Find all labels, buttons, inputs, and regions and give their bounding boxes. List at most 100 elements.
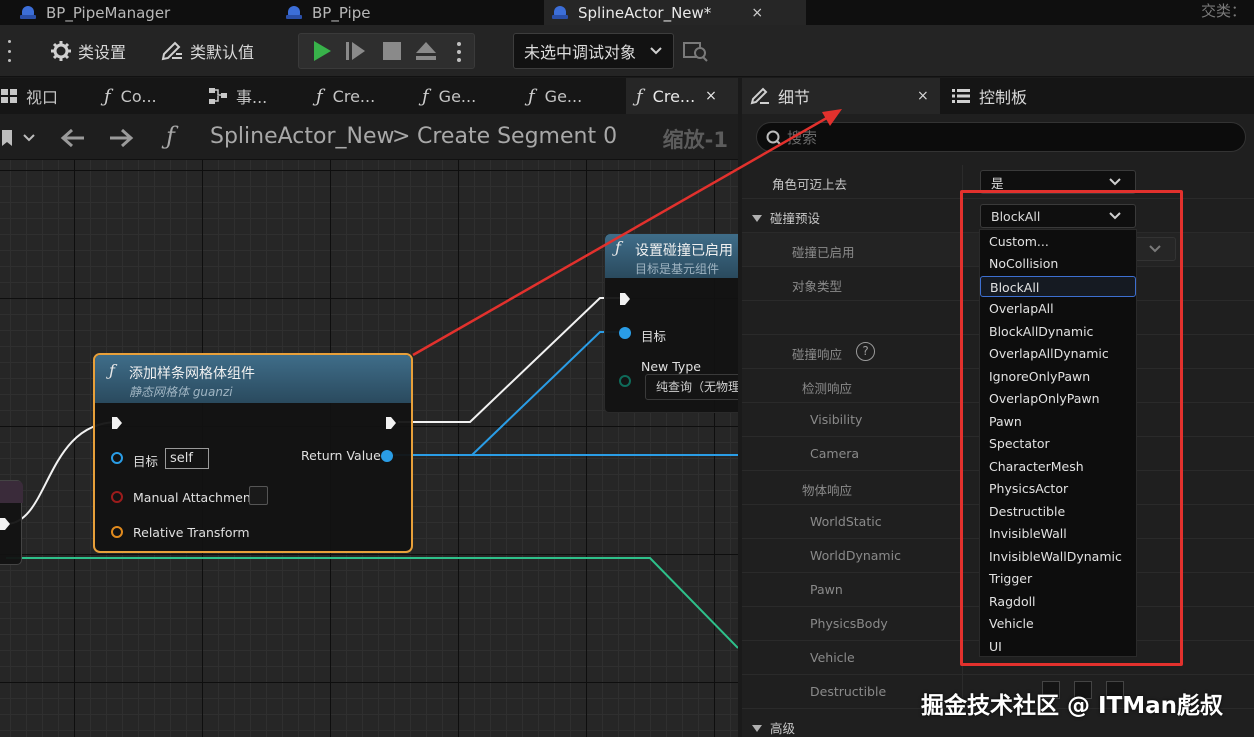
stop-icon[interactable] <box>381 40 403 62</box>
tab-label: Cre... <box>332 86 376 106</box>
class-defaults-button[interactable]: 类默认值 <box>160 36 254 66</box>
function-icon: ƒ <box>422 85 429 107</box>
back-arrow-icon[interactable] <box>60 128 86 148</box>
watermark: 掘金技术社区 @ ITMan彪叔 <box>921 693 1224 719</box>
blueprint-graph-canvas[interactable]: ƒ 添加样条网格体组件 静态网格体 guanzi 目标 self Return … <box>0 160 738 737</box>
tab-palette[interactable]: 控制板 <box>952 78 1027 114</box>
blueprint-icon <box>286 5 302 20</box>
tab-label: 视口 <box>26 88 59 107</box>
exec-out-pin-icon[interactable] <box>385 416 397 430</box>
tab-get-function[interactable]: ƒ Ge... <box>422 78 476 114</box>
class-settings-button[interactable]: 类设置 <box>50 36 126 66</box>
exec-in-pin-icon[interactable] <box>111 416 123 430</box>
target-pin-icon[interactable] <box>111 452 123 464</box>
tab-label: Ge... <box>438 86 477 106</box>
struct-wire <box>6 557 738 649</box>
toolbar-grip-icon[interactable] <box>8 40 12 62</box>
prop-label-text: 高级 <box>770 721 796 736</box>
bookmark-icon[interactable] <box>0 128 40 148</box>
prop-label: Destructible <box>810 684 887 699</box>
find-in-world-icon[interactable] <box>683 40 709 62</box>
prop-label-text: 碰撞预设 <box>770 211 821 226</box>
expand-triangle-icon[interactable] <box>752 215 762 222</box>
exec-in-pin-icon[interactable] <box>619 292 631 306</box>
breadcrumb-separator: > <box>392 124 411 149</box>
return-value-label: Return Value <box>301 448 381 463</box>
tab-label: 控制板 <box>979 88 1028 107</box>
node-set-collision-enabled[interactable]: ƒ 设置碰撞已启用 目标是基元组件 目标 New Type 纯查询（无物理 <box>604 233 738 413</box>
manual-attachment-pin-icon[interactable] <box>111 491 123 503</box>
annotation-highlight-box <box>960 190 1183 666</box>
tab-get-function-2[interactable]: ƒ Ge... <box>528 78 582 114</box>
doc-tab-bp-pipemanager[interactable]: BP_PipeManager <box>20 0 170 25</box>
zoom-level: 缩放-1 <box>662 128 728 152</box>
toolbar: 类设置 类默认值 未选中调试对象 <box>0 25 1254 77</box>
relative-transform-label: Relative Transform <box>133 525 250 540</box>
node-title: 添加样条网格体组件 <box>129 366 255 382</box>
prop-label: 角色可迈上去 <box>772 177 848 192</box>
new-type-pin-icon[interactable] <box>619 375 631 387</box>
document-tab-bar: BP_PipeManager BP_Pipe SplineActor_New* … <box>0 0 1254 25</box>
tab-create-function[interactable]: ƒ Cre... <box>316 78 375 114</box>
graph-tab-bar: 视口 ƒ Co... 事... ƒ Cre... ƒ Ge... ƒ Ge...… <box>0 78 738 114</box>
function-icon: ƒ <box>109 361 115 380</box>
function-icon: ƒ <box>104 85 111 107</box>
step-icon[interactable] <box>345 40 367 62</box>
expand-triangle-icon[interactable] <box>752 725 762 732</box>
node-add-spline-mesh-component[interactable]: ƒ 添加样条网格体组件 静态网格体 guanzi 目标 self Return … <box>93 353 413 553</box>
exec-out-pin-icon[interactable] <box>0 517 11 531</box>
details-tab-bar: 细节 × 控制板 <box>742 78 1254 114</box>
details-search-input[interactable]: 搜索 <box>756 122 1246 152</box>
help-icon[interactable]: ? <box>856 342 875 361</box>
prop-label: 碰撞响应 <box>792 347 843 362</box>
tab-event-graph[interactable]: 事... <box>208 78 267 114</box>
close-icon[interactable]: × <box>751 5 763 21</box>
select-value: 是 <box>991 175 1004 191</box>
close-icon[interactable]: × <box>917 88 929 104</box>
tab-details[interactable]: 细节 × <box>742 78 940 114</box>
gear-icon <box>51 41 71 61</box>
class-settings-label: 类设置 <box>78 43 127 62</box>
breadcrumb-root[interactable]: SplineActor_New <box>210 124 395 149</box>
prop-label: 高级 <box>752 718 795 737</box>
new-type-label: New Type <box>641 359 701 374</box>
relative-transform-pin-icon[interactable] <box>111 526 123 538</box>
corner-label: 交类： <box>1200 2 1246 20</box>
new-type-select[interactable]: 纯查询（无物理 <box>645 374 738 400</box>
return-value-pin-icon[interactable] <box>381 450 393 462</box>
tab-viewport[interactable]: 视口 <box>0 78 58 114</box>
tab-label: 事... <box>236 88 268 107</box>
doc-tab-bp-pipe[interactable]: BP_Pipe <box>286 0 370 25</box>
close-icon[interactable]: × <box>705 88 717 104</box>
prop-label: Visibility <box>810 412 863 427</box>
tab-label: Ge... <box>544 86 583 106</box>
tab-label: Co... <box>120 86 157 106</box>
doc-tab-label: SplineActor_New* <box>578 3 712 22</box>
play-options-icon[interactable] <box>457 42 461 62</box>
partial-node[interactable] <box>0 480 23 565</box>
eject-icon[interactable] <box>415 40 437 62</box>
doc-tab-splineactor[interactable]: SplineActor_New* × <box>544 0 806 25</box>
forward-arrow-icon[interactable] <box>108 128 134 148</box>
list-icon <box>952 89 970 103</box>
target-self-field[interactable]: self <box>165 448 209 469</box>
prop-label: 检测响应 <box>802 381 853 396</box>
tab-construction-script[interactable]: ƒ Co... <box>104 78 157 114</box>
blueprint-icon <box>20 5 36 20</box>
tab-label: Cre... <box>652 86 696 106</box>
tab-create-segment[interactable]: ƒ Cre... × <box>626 78 738 114</box>
search-icon <box>766 130 782 146</box>
prop-label: 对象类型 <box>792 279 843 294</box>
breadcrumb-current: Create Segment 0 <box>417 124 618 149</box>
target-pin-icon[interactable] <box>619 327 631 339</box>
debug-object-label: 未选中调试对象 <box>524 43 637 62</box>
prop-label: WorldStatic <box>810 514 882 529</box>
play-icon[interactable] <box>311 40 333 62</box>
manual-attachment-checkbox[interactable] <box>249 486 268 505</box>
debug-object-select[interactable]: 未选中调试对象 <box>513 33 674 69</box>
prop-label: WorldDynamic <box>810 548 901 563</box>
breadcrumb: ƒ SplineActor_New > Create Segment 0 缩放-… <box>0 114 738 160</box>
function-icon: ƒ <box>166 122 175 150</box>
prop-label: Pawn <box>810 582 843 597</box>
function-icon: ƒ <box>636 85 643 107</box>
